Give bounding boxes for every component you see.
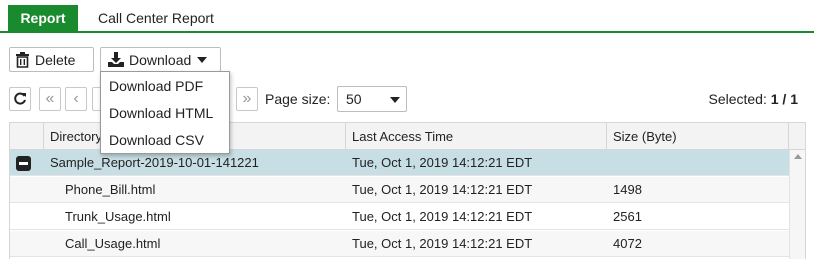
row-time: Tue, Oct 1, 2019 14:12:21 EDT	[352, 182, 533, 197]
first-page-icon[interactable]: «	[39, 87, 61, 111]
row-size: 4072	[613, 236, 642, 251]
row-time: Tue, Oct 1, 2019 14:12:21 EDT	[352, 209, 533, 224]
trash-icon	[15, 51, 30, 68]
tab-bar: Report Call Center Report	[0, 0, 814, 33]
selection-count: Selected: 1 / 1	[708, 91, 798, 107]
selected-value: 1 / 1	[770, 91, 798, 107]
table-row[interactable]: Trunk_Usage.html Tue, Oct 1, 2019 14:12:…	[10, 204, 789, 230]
row-time: Tue, Oct 1, 2019 14:12:21 EDT	[352, 155, 533, 170]
download-menu: Download PDF Download HTML Download CSV	[100, 71, 230, 154]
download-label: Download	[129, 51, 192, 68]
header-size[interactable]: Size (Byte)	[607, 123, 789, 150]
vertical-scrollbar[interactable]	[789, 150, 805, 259]
table-row[interactable]: Call_Usage.html Tue, Oct 1, 2019 14:12:2…	[10, 231, 789, 257]
scroll-up-icon[interactable]	[794, 154, 802, 159]
selected-label: Selected:	[708, 91, 767, 107]
table-row[interactable]: Phone_Bill.html Tue, Oct 1, 2019 14:12:2…	[10, 177, 789, 203]
page-size-select[interactable]: 50	[337, 86, 407, 112]
download-button[interactable]: Download	[100, 47, 221, 72]
menu-item-download-html[interactable]: Download HTML	[109, 100, 213, 126]
row-file: Phone_Bill.html	[65, 182, 156, 197]
download-icon	[108, 52, 124, 67]
header-last-access-time[interactable]: Last Access Time	[346, 123, 607, 150]
row-time: Tue, Oct 1, 2019 14:12:21 EDT	[352, 236, 533, 251]
tab-report[interactable]: Report	[8, 5, 78, 32]
page-size-label: Page size:	[265, 91, 331, 107]
caret-down-icon	[197, 56, 208, 63]
chevron-down-icon	[390, 97, 400, 103]
collapse-icon[interactable]	[16, 156, 31, 171]
header-expand-col	[10, 123, 44, 150]
row-file: Call_Usage.html	[65, 236, 161, 251]
page-size-value: 50	[346, 91, 362, 107]
menu-item-download-pdf[interactable]: Download PDF	[109, 73, 203, 99]
row-file: Trunk_Usage.html	[65, 209, 171, 224]
delete-button[interactable]: Delete	[9, 47, 94, 72]
tab-call-center-report[interactable]: Call Center Report	[88, 5, 224, 32]
row-size: 1498	[613, 182, 642, 197]
delete-label: Delete	[35, 51, 76, 68]
last-page-icon[interactable]: »	[236, 87, 258, 111]
refresh-icon[interactable]	[9, 87, 31, 111]
menu-item-download-csv[interactable]: Download CSV	[109, 127, 204, 153]
prev-page-icon[interactable]: ‹	[65, 87, 87, 111]
row-size: 2561	[613, 209, 642, 224]
